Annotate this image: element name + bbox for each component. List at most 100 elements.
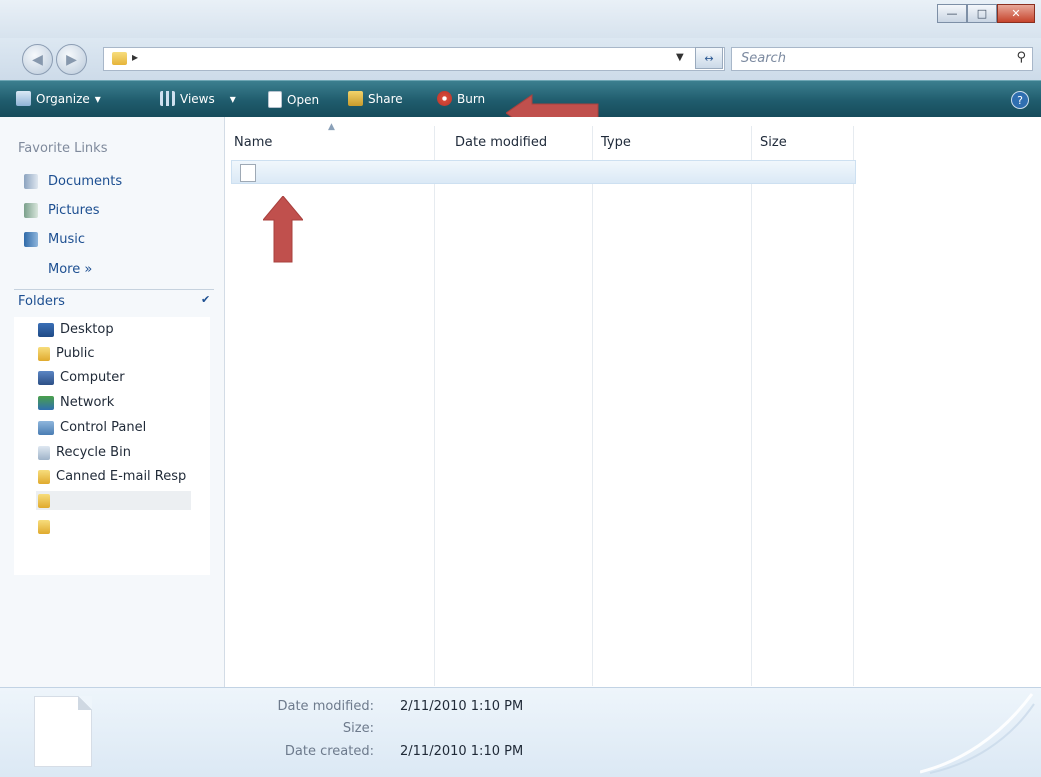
recycle-bin-icon xyxy=(38,445,50,460)
favorite-link-documents[interactable]: Documents xyxy=(24,174,122,189)
date-created-label: Date created: xyxy=(284,744,374,759)
folder-icon xyxy=(38,494,50,508)
tree-item-label: Network xyxy=(60,395,115,410)
breadcrumb-arrow-icon[interactable]: ▸ xyxy=(132,50,138,64)
tree-item-label: Desktop xyxy=(60,322,114,337)
folder-lock-icon xyxy=(38,520,50,534)
close-button[interactable]: ✕ xyxy=(997,4,1035,23)
tree-item-desktop[interactable]: Desktop xyxy=(38,322,114,337)
date-modified-label: Date modified: xyxy=(277,699,374,714)
search-placeholder: Search xyxy=(741,51,786,66)
date-modified-value: 2/11/2010 1:10 PM xyxy=(400,699,524,714)
column-divider[interactable] xyxy=(853,126,854,686)
views-button[interactable]: Views ▾ xyxy=(160,91,236,106)
favorite-link-pictures[interactable]: Pictures xyxy=(24,203,99,218)
chevron-down-icon[interactable]: ✔ xyxy=(201,293,210,306)
more-label: More xyxy=(48,262,81,277)
help-icon: ? xyxy=(1017,93,1023,107)
favorite-links-heading: Favorite Links xyxy=(18,141,108,156)
folder-icon xyxy=(38,469,50,484)
double-chevron-icon: » xyxy=(84,262,93,277)
favorite-link-label: Documents xyxy=(48,174,123,189)
refresh-icon: ↔ xyxy=(704,51,714,65)
search-input[interactable]: Search ⚲ xyxy=(731,47,1033,71)
organize-button[interactable]: Organize ▾ xyxy=(16,91,101,106)
favorite-link-music[interactable]: Music xyxy=(24,232,85,247)
date-created-value: 2/11/2010 1:10 PM xyxy=(400,744,524,759)
music-icon xyxy=(24,232,38,247)
burn-icon xyxy=(437,91,452,106)
maximize-button[interactable]: □ xyxy=(967,4,997,23)
burn-button[interactable]: Burn xyxy=(437,91,485,106)
open-button[interactable]: Open xyxy=(268,91,319,108)
more-link[interactable]: More » xyxy=(48,262,92,277)
tree-item-computer[interactable]: Computer xyxy=(38,370,125,385)
address-row: ◀ ▶ ▸ Search ⚲ xyxy=(0,38,1041,80)
share-label: Share xyxy=(368,91,403,106)
burn-label: Burn xyxy=(457,91,486,106)
control-panel-icon xyxy=(38,420,54,435)
favorite-link-label: Music xyxy=(48,232,85,247)
tree-item-label: Recycle Bin xyxy=(56,445,131,460)
column-divider[interactable] xyxy=(592,126,593,686)
forward-icon: ▶ xyxy=(66,51,77,68)
tree-item-label: Computer xyxy=(60,370,125,385)
folder-icon xyxy=(112,52,127,65)
address-bar[interactable]: ▸ xyxy=(103,47,725,71)
views-dropdown-icon: ▾ xyxy=(229,91,236,106)
column-header-row: Name Date modified Type Size xyxy=(225,117,1041,155)
column-name[interactable]: Name xyxy=(234,135,272,150)
refresh-button[interactable]: ↔ xyxy=(695,47,723,69)
column-size[interactable]: Size xyxy=(760,135,787,150)
desktop-icon xyxy=(38,322,54,337)
column-divider[interactable] xyxy=(751,126,752,686)
tree-item-folder[interactable] xyxy=(38,520,50,534)
column-divider[interactable] xyxy=(434,126,435,686)
back-button[interactable]: ◀ xyxy=(22,44,53,75)
sort-arrow-icon: ▲ xyxy=(328,122,335,132)
column-type[interactable]: Type xyxy=(601,135,631,150)
tree-item-label: Control Panel xyxy=(60,420,147,435)
tree-item-recycle-bin[interactable]: Recycle Bin xyxy=(38,445,131,460)
minimize-button[interactable]: — xyxy=(937,4,967,23)
tree-item-folder[interactable] xyxy=(38,494,50,508)
title-bar: — □ ✕ xyxy=(0,0,1041,38)
pictures-icon xyxy=(24,203,38,218)
folder-icon xyxy=(38,346,50,361)
tree-item-control-panel[interactable]: Control Panel xyxy=(38,420,146,435)
share-icon xyxy=(348,91,363,106)
tree-item-network[interactable]: Network xyxy=(38,395,114,410)
views-icon xyxy=(160,91,175,106)
organize-icon xyxy=(16,91,31,106)
column-date-modified[interactable]: Date modified xyxy=(455,135,547,150)
back-icon: ◀ xyxy=(32,51,43,68)
organize-dropdown-icon: ▾ xyxy=(94,91,101,106)
forward-button[interactable]: ▶ xyxy=(56,44,87,75)
file-thumbnail xyxy=(34,696,92,767)
tree-item-public[interactable]: Public xyxy=(38,346,94,361)
search-icon[interactable]: ⚲ xyxy=(1016,50,1026,65)
file-row-selected[interactable] xyxy=(231,160,856,184)
tree-item-selected[interactable] xyxy=(36,491,191,510)
organize-label: Organize xyxy=(36,91,90,106)
caption-buttons: — □ ✕ xyxy=(937,4,1035,23)
views-label: Views xyxy=(180,91,215,106)
page-corner-icon xyxy=(78,696,92,710)
open-label: Open xyxy=(287,92,320,107)
annotation-arrow-up-icon xyxy=(263,196,303,263)
explorer-window: — □ ✕ ◀ ▶ ▸ Search ⚲ ▼ ↔ Organize ▾ Views… xyxy=(0,0,1041,777)
documents-icon xyxy=(24,174,38,189)
details-pane: Date modified: 2/11/2010 1:10 PM Size: D… xyxy=(0,687,1041,777)
file-icon xyxy=(240,164,256,182)
computer-icon xyxy=(38,370,54,385)
share-button[interactable]: Share xyxy=(348,91,403,106)
network-icon xyxy=(38,395,54,410)
tree-item-label: Canned E-mail Resp xyxy=(56,469,187,484)
tree-item-canned-email[interactable]: Canned E-mail Resp xyxy=(38,469,186,484)
address-dropdown-icon[interactable]: ▼ xyxy=(676,52,684,63)
open-icon xyxy=(268,91,282,108)
tree-item-label: Public xyxy=(56,346,95,361)
size-label: Size: xyxy=(342,721,374,736)
folders-heading[interactable]: Folders xyxy=(18,294,65,309)
help-button[interactable]: ? xyxy=(1011,91,1029,109)
